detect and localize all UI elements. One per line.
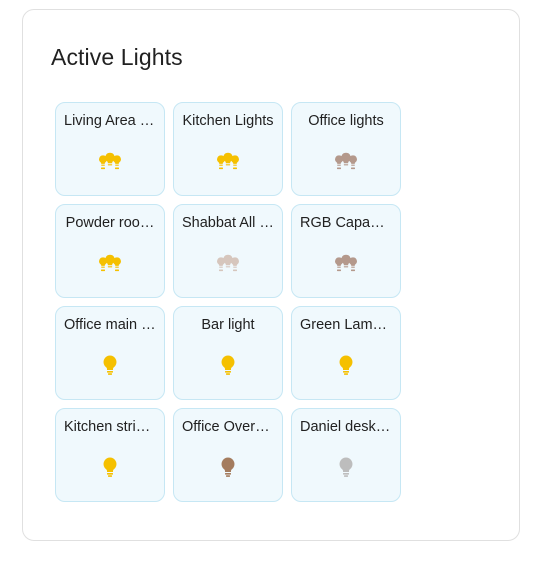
light-name: Bar light bbox=[201, 317, 255, 333]
light-tile[interactable]: Office lights bbox=[291, 102, 401, 196]
bulb-icon bbox=[334, 353, 358, 377]
light-tile[interactable]: Shabbat All l… bbox=[173, 204, 283, 298]
light-tile[interactable]: Bar light bbox=[173, 306, 283, 400]
light-name: Shabbat All l… bbox=[182, 215, 274, 231]
lights-grid: Living Area L… Kitchen Lights Office light… bbox=[55, 102, 401, 502]
bulb-icon bbox=[216, 455, 240, 479]
light-name: Kitchen strip … bbox=[64, 419, 156, 435]
light-name: Powder roo… bbox=[65, 215, 155, 231]
light-name: Office main (… bbox=[64, 317, 156, 333]
light-tile[interactable]: Green Lamp … bbox=[291, 306, 401, 400]
bulb-group-icon bbox=[216, 251, 240, 275]
bulb-icon bbox=[334, 455, 358, 479]
bulb-group-icon bbox=[98, 251, 122, 275]
light-tile[interactable]: Office main (… bbox=[55, 306, 165, 400]
active-lights-card: Active Lights Living Area L… Kitchen Ligh… bbox=[22, 9, 520, 541]
light-tile[interactable]: Living Area L… bbox=[55, 102, 165, 196]
light-tile[interactable]: Powder roo… bbox=[55, 204, 165, 298]
light-name: Daniel desk li… bbox=[300, 419, 392, 435]
bulb-group-icon bbox=[334, 149, 358, 173]
light-name: RGB Capable… bbox=[300, 215, 392, 231]
bulb-icon bbox=[98, 455, 122, 479]
light-name: Living Area L… bbox=[64, 113, 156, 129]
light-tile[interactable]: Kitchen Lights bbox=[173, 102, 283, 196]
light-name: Green Lamp … bbox=[300, 317, 392, 333]
card-title: Active Lights bbox=[51, 44, 183, 70]
light-name: Kitchen Lights bbox=[182, 113, 274, 129]
light-tile[interactable]: Daniel desk li… bbox=[291, 408, 401, 502]
bulb-group-icon bbox=[334, 251, 358, 275]
bulb-group-icon bbox=[216, 149, 240, 173]
light-name: Office lights bbox=[308, 113, 384, 129]
light-tile[interactable]: Office Overh… bbox=[173, 408, 283, 502]
light-tile[interactable]: Kitchen strip … bbox=[55, 408, 165, 502]
bulb-group-icon bbox=[98, 149, 122, 173]
bulb-icon bbox=[216, 353, 240, 377]
light-tile[interactable]: RGB Capable… bbox=[291, 204, 401, 298]
bulb-icon bbox=[98, 353, 122, 377]
light-name: Office Overh… bbox=[182, 419, 274, 435]
